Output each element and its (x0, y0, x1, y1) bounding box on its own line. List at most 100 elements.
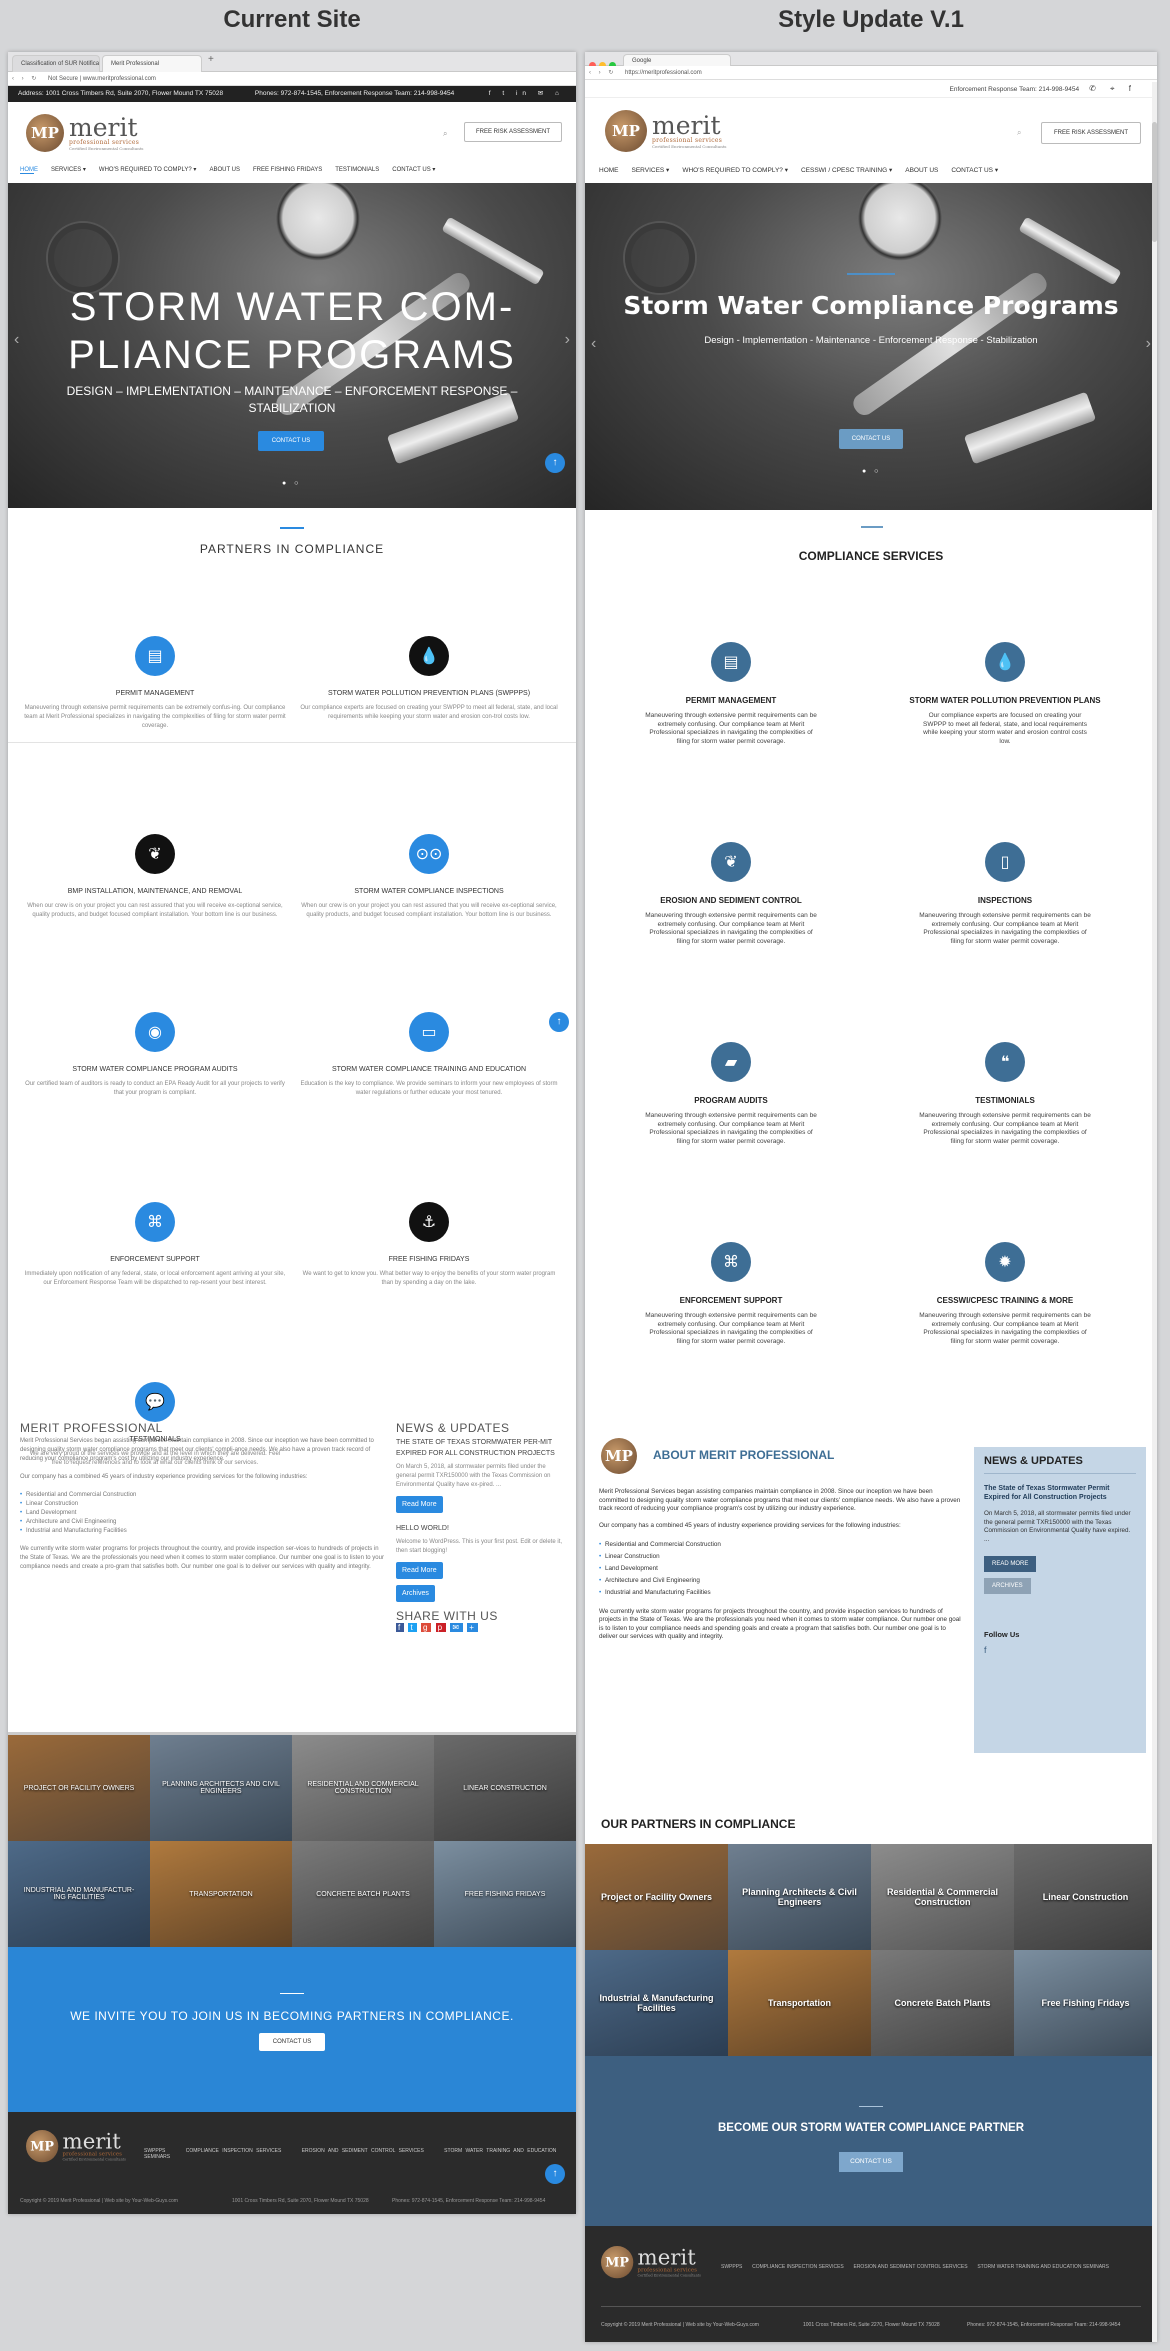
news-headline[interactable]: THE STATE OF TEXAS STORMWATER PER-MIT EX… (396, 1437, 566, 1459)
search-icon[interactable]: ⌕ (443, 129, 447, 139)
partner-tile[interactable]: FREE FISHING FRIDAYS (434, 1841, 576, 1947)
service-text: Maneuvering through extensive permit req… (645, 912, 817, 945)
footer-logo[interactable]: MP merit professional services Certified E… (601, 2246, 701, 2279)
hero-contact-button[interactable]: CONTACT US (839, 429, 903, 449)
nav-services[interactable]: SERVICES ▾ (51, 167, 86, 173)
partner-tile[interactable]: LINEAR CONSTRUCTION (434, 1735, 576, 1841)
compliance-services-heading: COMPLIANCE SERVICES (798, 549, 944, 563)
read-more-button[interactable]: READ MORE (984, 1556, 1037, 1572)
partner-tile[interactable]: Planning Architects & Civil Engineers (728, 1844, 871, 1950)
scroll-top-button[interactable]: ↑ (545, 2164, 565, 2184)
service-title[interactable]: PROGRAM AUDITS (611, 1096, 851, 1105)
partner-tile[interactable]: Concrete Batch Plants (871, 1950, 1014, 2056)
slide-dots[interactable]: ● ○ (862, 468, 881, 475)
partner-tile[interactable]: PLANNING ARCHITECTS AND CIVIL ENGINEERS (150, 1735, 292, 1841)
browser-tab-active[interactable]: Google (623, 54, 731, 66)
service-title[interactable]: STORM WATER COMPLIANCE PROGRAM AUDITS (24, 1066, 286, 1073)
service-title[interactable]: STORM WATER POLLUTION PREVENTION PLANS (885, 696, 1125, 705)
free-risk-assessment-button[interactable]: FREE RISK ASSESSMENT (464, 122, 562, 142)
nav-who-required[interactable]: WHO'S REQUIRED TO COMPLY? ▾ (99, 167, 197, 173)
prev-slide-arrow[interactable]: ‹ (14, 331, 19, 349)
footer-phones: Phones: 972-874-1545, Enforcement Respon… (392, 2198, 546, 2204)
site-logo[interactable]: MP merit professional services Certified E… (26, 114, 144, 152)
service-title[interactable]: EROSION AND SEDIMENT CONTROL (611, 896, 851, 905)
nav-services[interactable]: SERVICES ▾ (632, 167, 670, 174)
address-bar[interactable]: ‹ › ↻ Not Secure | www.meritprofessional… (8, 72, 576, 86)
partner-tile[interactable]: Project or Facility Owners (585, 1844, 728, 1950)
contact-icons[interactable]: ✆ ⌖ f (1089, 84, 1137, 93)
archives-button[interactable]: Archives (396, 1585, 435, 1602)
service-title[interactable]: FREE FISHING FRIDAYS (298, 1256, 560, 1263)
nav-arrows-icon[interactable]: ‹ › ↻ (589, 66, 616, 80)
service-title[interactable]: PERMIT MANAGEMENT (24, 690, 286, 697)
footer-link[interactable]: EROSION AND SEDIMENT CONTROL SERVICES (302, 2148, 424, 2154)
invite-contact-button[interactable]: CONTACT US (259, 2033, 325, 2051)
service-text: When our crew is on your project you can… (301, 903, 557, 918)
nav-contact[interactable]: CONTACT US ▾ (951, 167, 998, 174)
partner-tile[interactable]: Industrial & Manufacturing Facilities (585, 1950, 728, 2056)
invite-contact-button[interactable]: CONTACT US (839, 2152, 903, 2172)
service-title[interactable]: STORM WATER COMPLIANCE TRAINING AND EDUC… (298, 1066, 560, 1073)
footer-link[interactable]: COMPLIANCE INSPECTION SERVICES (752, 2264, 844, 2270)
next-slide-arrow[interactable]: › (565, 331, 570, 349)
nav-fishing[interactable]: FREE FISHING FRIDAYS (253, 167, 322, 173)
news-headline[interactable]: HELLO WORLD! (396, 1523, 566, 1534)
read-more-button[interactable]: Read More (396, 1496, 443, 1513)
list-item: Residential and Commercial Construction (20, 1491, 385, 1500)
footer-link[interactable]: STORM WATER TRAINING AND EDUCATION SEMIN… (977, 2264, 1109, 2270)
service-title[interactable]: STORM WATER COMPLIANCE INSPECTIONS (298, 888, 560, 895)
service-title[interactable]: STORM WATER POLLUTION PREVENTION PLANS (… (298, 690, 560, 697)
nav-home[interactable]: HOME (599, 167, 619, 174)
browser-tab[interactable]: Classification of SUR Notifica... (12, 55, 100, 72)
new-tab-icon[interactable]: + (208, 54, 214, 65)
service-title[interactable]: TESTIMONIALS (885, 1096, 1125, 1105)
service-title[interactable]: ENFORCEMENT SUPPORT (24, 1256, 286, 1263)
prev-slide-arrow[interactable]: ‹ (591, 335, 596, 353)
nav-contact[interactable]: CONTACT US ▾ (392, 167, 435, 173)
service-item: ⌘ ENFORCEMENT SUPPORT Maneuvering through … (611, 1242, 851, 1346)
scroll-top-button[interactable]: ↑ (545, 453, 565, 473)
partner-tile[interactable]: Linear Construction (1014, 1844, 1157, 1950)
facebook-icon[interactable]: f (984, 1645, 1136, 1655)
scrollbar[interactable] (1152, 82, 1157, 2342)
nav-training[interactable]: CESSWI / CPESC TRAINING ▾ (801, 167, 892, 174)
nav-who-required[interactable]: WHO'S REQUIRED TO COMPLY? ▾ (682, 167, 788, 174)
partner-tile[interactable]: Free Fishing Fridays (1014, 1950, 1157, 2056)
address-bar[interactable]: ‹ › ↻ https://meritprofessional.com (585, 66, 1157, 80)
partner-tile[interactable]: INDUSTRIAL AND MANUFACTUR-ING FACILITIES (8, 1841, 150, 1947)
partner-tile[interactable]: Transportation (728, 1950, 871, 2056)
footer-logo[interactable]: MP merit professional services Certified E… (26, 2130, 126, 2163)
slide-dots[interactable]: ● ○ (282, 480, 301, 487)
nav-about[interactable]: ABOUT US (905, 167, 938, 174)
news-headline[interactable]: The State of Texas Stormwater Permit Exp… (984, 1484, 1136, 1502)
footer-link[interactable]: EROSION AND SEDIMENT CONTROL SERVICES (853, 2264, 967, 2270)
partner-tile[interactable]: PROJECT OR FACILITY OWNERS (8, 1735, 150, 1841)
service-title[interactable]: BMP INSTALLATION, MAINTENANCE, AND REMOV… (24, 888, 286, 895)
free-risk-assessment-button[interactable]: FREE RISK ASSESSMENT (1041, 122, 1141, 144)
partner-tile[interactable]: RESIDENTIAL AND COMMERCIAL CONSTRUCTION (292, 1735, 434, 1841)
nav-testimonials[interactable]: TESTIMONIALS (335, 167, 379, 173)
archives-button[interactable]: ARCHIVES (984, 1578, 1031, 1594)
next-slide-arrow[interactable]: › (1146, 335, 1151, 353)
service-title[interactable]: CESSWI/CPESC TRAINING & MORE (885, 1296, 1125, 1305)
service-title[interactable]: TESTIMONIALS (24, 1436, 286, 1443)
service-title[interactable]: INSPECTIONS (885, 896, 1125, 905)
partner-tile[interactable]: TRANSPORTATION (150, 1841, 292, 1947)
read-more-button[interactable]: Read More (396, 1562, 443, 1579)
social-icons[interactable]: f t in ✉ ⌂ (489, 87, 564, 101)
search-icon[interactable]: ⌕ (1017, 128, 1021, 138)
hero-contact-button[interactable]: CONTACT US (258, 431, 324, 451)
partner-tile[interactable]: Residential & Commercial Construction (871, 1844, 1014, 1950)
service-title[interactable]: PERMIT MANAGEMENT (611, 696, 851, 705)
footer-link[interactable]: SWPPPS (721, 2264, 742, 2270)
share-icons[interactable]: f t g p ✉ + (396, 1623, 566, 1632)
nav-arrows-icon[interactable]: ‹ › ↻ (12, 72, 39, 86)
browser-tab-active[interactable]: Merit Professional (102, 55, 202, 72)
nav-about[interactable]: ABOUT US (209, 167, 240, 173)
service-title[interactable]: ENFORCEMENT SUPPORT (611, 1296, 851, 1305)
partner-tile[interactable]: CONCRETE BATCH PLANTS (292, 1841, 434, 1947)
scrollbar-thumb[interactable] (1152, 122, 1157, 242)
service-item: ⌘ ENFORCEMENT SUPPORT Immediately upon not… (24, 1202, 286, 1288)
footer-link[interactable]: COMPLIANCE INSPECTION SERVICES (186, 2148, 282, 2154)
site-logo[interactable]: MP merit professional services Certified E… (605, 110, 727, 152)
